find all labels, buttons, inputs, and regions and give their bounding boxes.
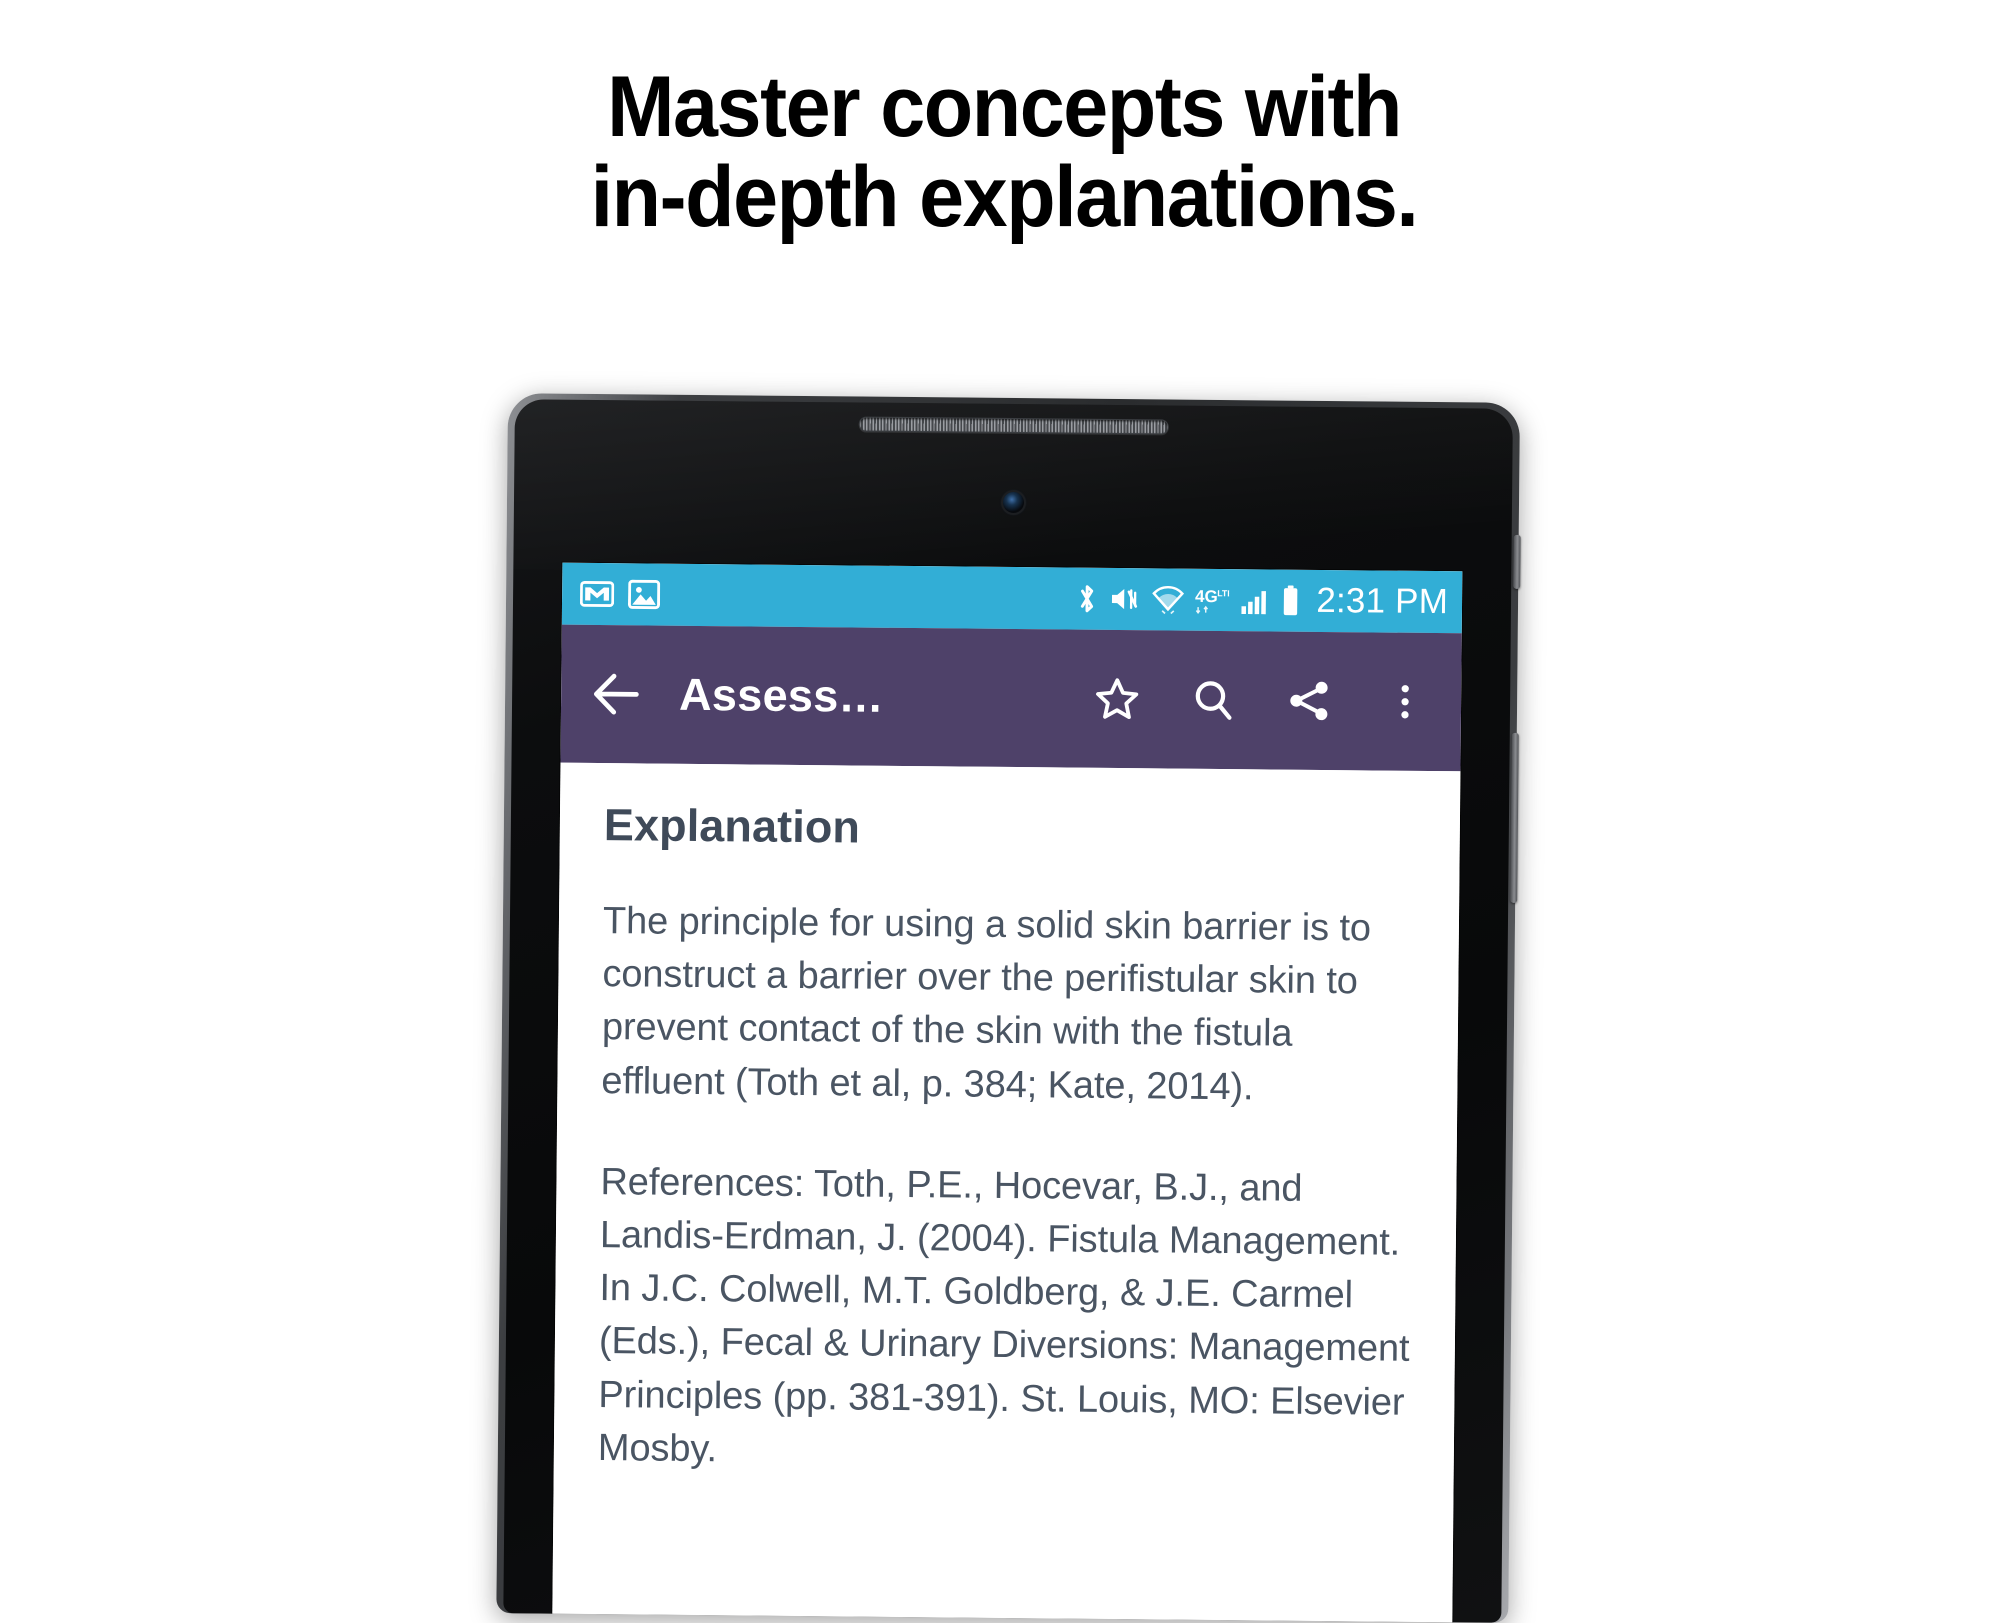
- signal-bars-icon: [1241, 591, 1267, 615]
- power-button[interactable]: [1513, 534, 1521, 589]
- search-button[interactable]: [1189, 676, 1237, 724]
- vibrate-muted-icon: [1112, 589, 1138, 610]
- explanation-paragraph: The principle for using a solid skin bar…: [601, 900, 1372, 1108]
- bookmark-star-button[interactable]: [1093, 675, 1141, 723]
- back-arrow-icon[interactable]: [589, 667, 644, 722]
- 4g-lte-icon: 4G LTE: [1195, 587, 1229, 614]
- star-icon: [1096, 678, 1139, 720]
- section-heading: Explanation: [603, 799, 861, 853]
- svg-text:4G: 4G: [1195, 587, 1218, 606]
- speaker-grille: [858, 416, 1169, 435]
- status-bar-notification-icons: [579, 579, 661, 610]
- battery-icon: [1284, 585, 1298, 616]
- share-button[interactable]: [1285, 677, 1333, 725]
- bluetooth-icon: [1081, 585, 1094, 613]
- volume-rocker-button[interactable]: [1510, 732, 1519, 903]
- article-content[interactable]: Explanation The principle for using a so…: [552, 762, 1461, 1623]
- overflow-menu-icon: [1401, 685, 1409, 719]
- toolbar-title: Assess…: [678, 668, 885, 722]
- toolbar-actions: [1093, 675, 1437, 726]
- status-bar-clock: 2:31 PM: [1316, 580, 1449, 622]
- app-toolbar: Assess…: [560, 624, 1462, 772]
- gmail-icon: [579, 580, 615, 608]
- references-paragraph: References: Toth, P.E., Hocevar, B.J., a…: [597, 1160, 1410, 1470]
- android-status-bar: 4G LTE 2:31 PM: [561, 562, 1463, 634]
- search-icon: [1195, 681, 1232, 720]
- status-bar-system-icons: 4G LTE 2:31 PM: [1076, 579, 1448, 623]
- share-icon: [1290, 681, 1328, 721]
- device-screen: 4G LTE 2:31 PM Assess… Explanation The p…: [552, 562, 1463, 1623]
- device-stage: 4G LTE 2:31 PM Assess… Explanation The p…: [0, 0, 2008, 1623]
- android-tablet-mockup: 4G LTE 2:31 PM Assess… Explanation The p…: [496, 393, 1521, 1623]
- wifi-icon: [1152, 586, 1185, 615]
- device-bezel: 4G LTE 2:31 PM Assess… Explanation The p…: [503, 399, 1513, 1623]
- photo-icon: [627, 579, 661, 610]
- front-camera-icon: [1002, 491, 1025, 514]
- overflow-menu-button[interactable]: [1381, 678, 1429, 726]
- svg-text:LTE: LTE: [1217, 588, 1229, 598]
